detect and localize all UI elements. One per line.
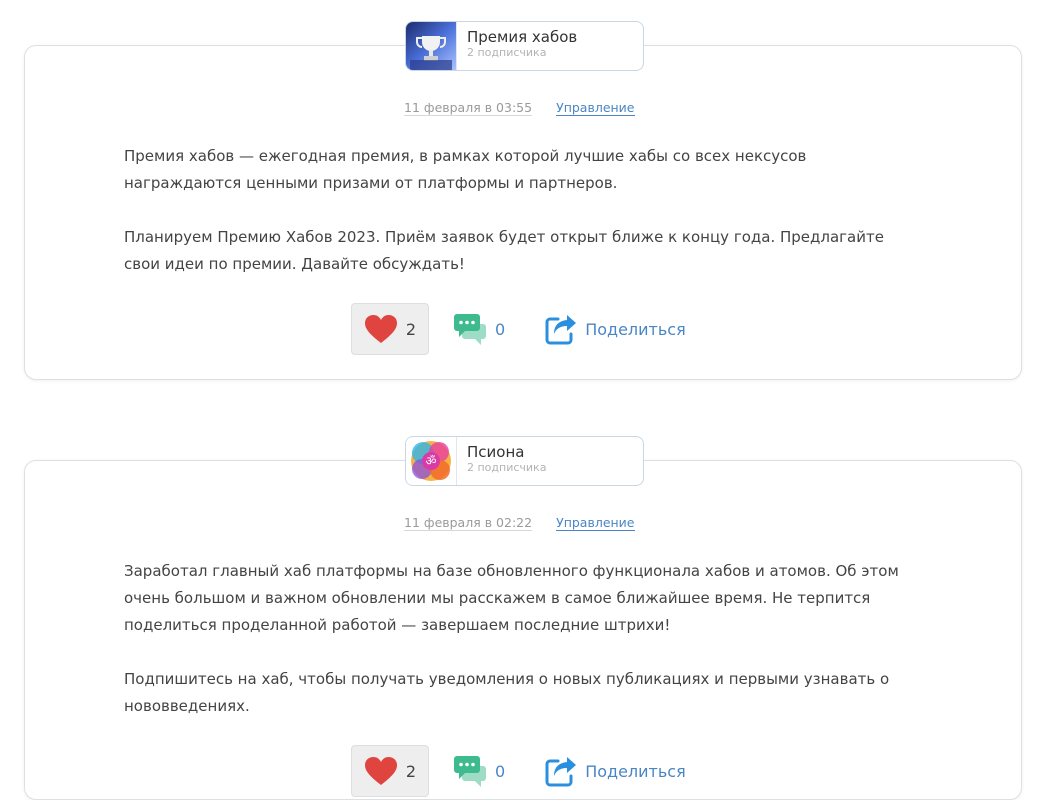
hub-avatar [406, 22, 457, 70]
post-card: Премия хабов 2 подписчика 11 февраля в 0… [24, 21, 1022, 380]
post-actions: 2 0 Поделиться [351, 745, 686, 797]
share-icon [545, 757, 577, 787]
comment-count: 0 [495, 319, 506, 339]
post-paragraph: Планируем Премию Хабов 2023. Приём заяво… [124, 228, 884, 273]
hub-badge[interactable]: ॐ Псиона 2 подписчика [405, 436, 644, 486]
comment-icon [454, 756, 486, 787]
post-date[interactable]: 11 февраля в 03:55 [404, 100, 533, 116]
colorful-om-image-icon: ॐ [406, 437, 456, 485]
manage-link[interactable]: Управление [556, 515, 635, 531]
hub-badge[interactable]: Премия хабов 2 подписчика [405, 21, 644, 71]
post-paragraph: Премия хабов — ежегодная премия, в рамка… [124, 147, 807, 192]
like-count: 2 [405, 319, 417, 339]
post-actions: 2 0 Поделиться [351, 303, 686, 355]
hub-subscribers: 2 подписчика [467, 46, 547, 59]
post-body: Заработал главный хаб платформы на базе … [124, 558, 924, 747]
trophy-image-icon [406, 22, 456, 70]
post-card: ॐ Псиона 2 подписчика 11 февраля в 02:22… [24, 436, 1022, 800]
share-button[interactable]: Поделиться [545, 313, 686, 345]
share-button[interactable]: Поделиться [545, 755, 686, 787]
post-paragraph: Заработал главный хаб платформы на базе … [124, 562, 899, 634]
post-paragraph: Подпишитесь на хаб, чтобы получать уведо… [124, 670, 890, 715]
heart-icon [364, 757, 397, 785]
hub-subscribers: 2 подписчика [467, 461, 547, 474]
svg-text:ॐ: ॐ [426, 454, 437, 468]
post-date[interactable]: 11 февраля в 02:22 [404, 515, 533, 531]
post-body: Премия хабов — ежегодная премия, в рамка… [124, 143, 924, 305]
heart-icon [364, 315, 397, 343]
manage-link[interactable]: Управление [556, 100, 635, 116]
like-count: 2 [405, 761, 417, 781]
share-label: Поделиться [585, 319, 686, 339]
like-button[interactable]: 2 [351, 303, 429, 355]
hub-avatar: ॐ [406, 437, 457, 485]
comment-count: 0 [495, 761, 506, 781]
hub-name[interactable]: Премия хабов [467, 28, 577, 46]
share-icon [545, 315, 577, 345]
share-label: Поделиться [585, 761, 686, 781]
comments-button[interactable]: 0 [453, 754, 505, 788]
comment-icon [454, 314, 486, 345]
comments-button[interactable]: 0 [453, 312, 505, 346]
like-button[interactable]: 2 [351, 745, 429, 797]
hub-name[interactable]: Псиона [467, 443, 546, 461]
